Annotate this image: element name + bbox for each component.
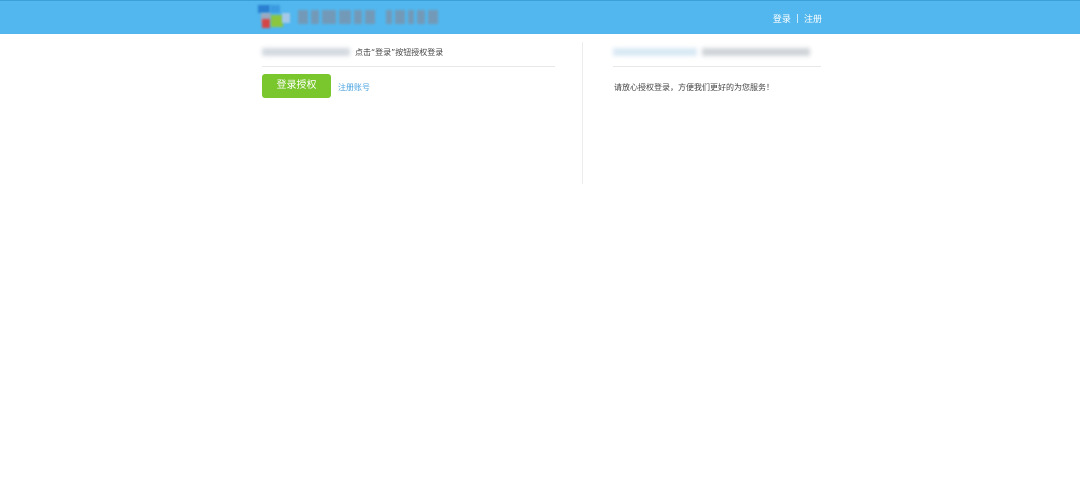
logo-wordmark-obscured [298,9,438,25]
header-register-link[interactable]: 注册 [804,12,822,25]
logo-icon [258,5,292,29]
authorization-reassurance-text: 请放心授权登录，方便我们更好的为您服务！ [614,83,774,92]
site-logo[interactable] [258,5,443,29]
authorize-login-button[interactable]: 登录授权 [262,74,331,98]
column-divider [582,42,583,184]
header-login-link[interactable]: 登录 [773,12,791,25]
right-title-row [613,46,821,67]
login-hint-text: 点击“登录”按钮授权登录 [355,48,444,57]
obscured-title-part-2 [702,48,810,56]
register-account-link[interactable]: 注册账号 [338,82,370,93]
header-auth-links: 登录 | 注册 [773,12,822,26]
header-link-separator: | [795,13,799,24]
obscured-site-name [262,48,350,56]
login-hint-row: 点击“登录”按钮授权登录 [262,46,555,67]
obscured-title-part-1 [613,48,697,56]
top-bar: 登录 | 注册 [0,0,1080,34]
